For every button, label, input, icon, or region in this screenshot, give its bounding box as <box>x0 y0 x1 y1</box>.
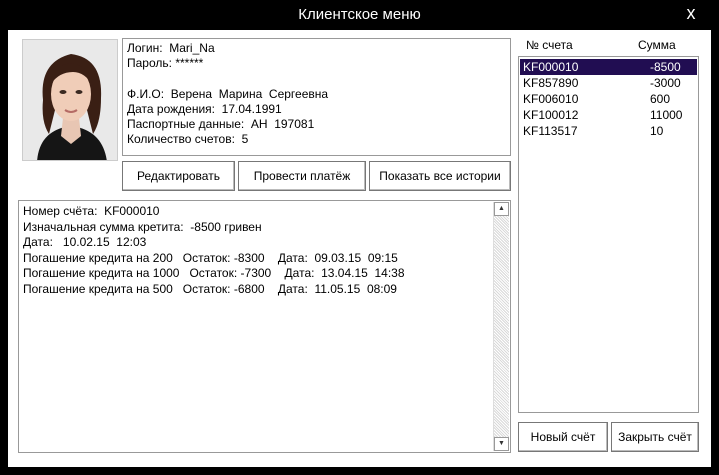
fio-row: Ф.И.О: Верена Марина Сергеевна <box>127 86 329 101</box>
history-line: Номер счёта: KF000010 <box>23 204 160 218</box>
passport-row: Паспортные данные: АН 197081 <box>127 117 315 132</box>
account-number: KF857890 <box>523 76 579 90</box>
account-sum: -3000 <box>650 76 681 90</box>
history-scrollbar[interactable]: ▲ ▼ <box>493 202 509 451</box>
profile-info-panel: Логин: Mari_Na Пароль: ****** Ф.И.О: Вер… <box>122 38 511 156</box>
col-sum: Сумма <box>638 38 676 52</box>
history-text: Номер счёта: KF000010 Изначальная сумма к… <box>23 204 490 298</box>
fio-value: Верена Марина Сергеевна <box>170 86 329 101</box>
scroll-down-icon[interactable]: ▼ <box>494 437 509 451</box>
dob-value: 17.04.1991 <box>221 101 282 116</box>
account-row[interactable]: KF857890 -3000 <box>520 75 697 91</box>
accounts-count-row: Количество счетов: 5 <box>127 132 249 147</box>
window-client-area: Логин: Mari_Na Пароль: ****** Ф.И.О: Вер… <box>8 30 711 467</box>
client-menu-window: Клиентское меню x Логин: Mari_Na Пароль:… <box>0 0 719 475</box>
password-value: ****** <box>175 56 204 71</box>
new-account-button[interactable]: Новый счёт <box>518 422 608 452</box>
account-row[interactable]: KF006010 600 <box>520 91 697 107</box>
history-line: Погашение кредита на 500 Остаток: -6800 … <box>23 281 397 296</box>
account-sum: 10 <box>650 124 664 138</box>
edit-button[interactable]: Редактировать <box>122 161 235 191</box>
accounts-header: № счета Сумма <box>518 38 698 54</box>
account-row[interactable]: KF100012 11000 <box>520 107 697 123</box>
history-line: Изначальная сумма кретита: -8500 гривен <box>23 219 262 234</box>
account-number: KF113517 <box>523 124 578 138</box>
history-textbox[interactable]: Номер счёта: KF000010 Изначальная сумма к… <box>18 200 511 453</box>
show-all-history-button[interactable]: Показать все истории <box>369 161 511 191</box>
history-line: Дата: 10.02.15 12:03 <box>23 235 147 250</box>
make-payment-button[interactable]: Провести платёж <box>238 161 366 191</box>
accounts-count-value: 5 <box>241 132 249 147</box>
history-line: Погашение кредита на 1000 Остаток: -7300… <box>23 266 405 281</box>
window-title: Клиентское меню <box>298 6 421 23</box>
password-row: Пароль: ****** <box>127 56 204 71</box>
login-row: Логин: Mari_Na <box>127 41 215 55</box>
account-sum: -8500 <box>650 60 681 74</box>
account-number: KF000010 <box>523 60 579 74</box>
user-photo <box>22 39 118 161</box>
account-number: KF100012 <box>523 108 579 122</box>
close-account-button[interactable]: Закрыть счёт <box>611 422 699 452</box>
accounts-list[interactable]: KF000010 -8500 KF857890 -3000 KF006010 600 KF1… <box>518 56 699 413</box>
col-account-number: № счета <box>526 38 573 52</box>
account-sum: 600 <box>650 92 671 106</box>
account-row[interactable]: KF113517 10 <box>520 123 697 139</box>
history-line: Погашение кредита на 200 Остаток: -8300 … <box>23 250 398 265</box>
login-value: Mari_Na <box>169 41 215 55</box>
passport-value: АН 197081 <box>250 117 315 132</box>
dob-row: Дата рождения: 17.04.1991 <box>127 101 282 116</box>
account-number: KF006010 <box>523 92 579 106</box>
close-icon[interactable]: x <box>681 2 701 24</box>
account-sum: 11000 <box>650 108 683 122</box>
scroll-up-icon[interactable]: ▲ <box>494 202 509 216</box>
account-row[interactable]: KF000010 -8500 <box>520 59 697 75</box>
